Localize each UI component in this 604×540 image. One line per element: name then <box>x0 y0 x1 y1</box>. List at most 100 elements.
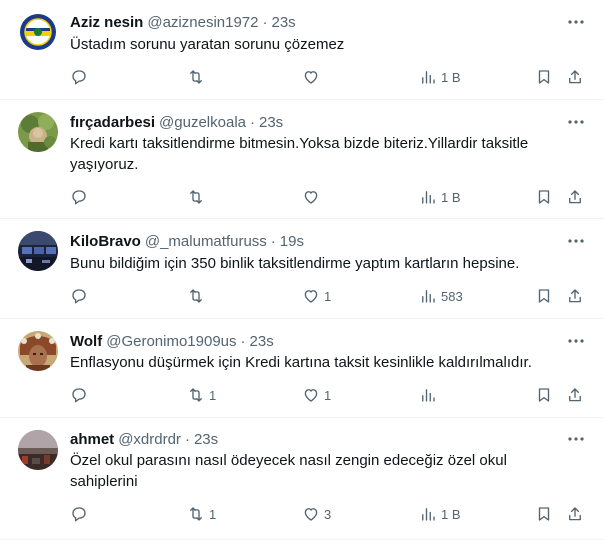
tweet-text: Bunu bildiğim için 350 binlik taksitlend… <box>70 255 520 272</box>
share-icon <box>569 190 581 204</box>
views-icon <box>422 191 435 204</box>
views-icon <box>422 389 435 402</box>
separator-dot: · <box>184 430 190 448</box>
bookmark-button[interactable] <box>535 385 553 405</box>
display-name[interactable]: Wolf <box>70 333 102 350</box>
reply-icon <box>72 289 86 304</box>
user-handle[interactable]: @guzelkoala <box>159 114 246 131</box>
bookmark-button[interactable] <box>535 67 553 87</box>
reply-icon <box>72 70 86 85</box>
avatar[interactable] <box>18 12 58 52</box>
timestamp[interactable]: 19s <box>280 233 304 250</box>
retweet-button[interactable] <box>187 67 209 87</box>
reply-button[interactable] <box>70 504 92 524</box>
reply-icon <box>72 190 86 205</box>
tweet-header: ahmet @xdrdrdr · 23s <box>70 429 564 449</box>
retweet-icon <box>190 289 202 303</box>
views-button[interactable]: 1 B <box>419 187 461 207</box>
like-button[interactable]: 3 <box>302 504 331 524</box>
tweet-header: KiloBravo @_malumatfuruss · 19s <box>70 231 564 251</box>
bookmark-icon <box>538 190 550 204</box>
views-button[interactable]: 1 B <box>419 67 461 87</box>
share-button[interactable] <box>566 67 584 87</box>
separator-dot: · <box>240 332 246 350</box>
tweet-actions: 1 3 1 B <box>70 504 586 524</box>
tweet[interactable]: Wolf @Geronimo1909us · 23s Enflasyonu dü… <box>0 319 604 418</box>
retweet-icon <box>190 190 202 204</box>
views-count: 1 B <box>441 506 461 522</box>
avatar[interactable] <box>18 231 58 271</box>
like-button[interactable]: 1 <box>302 286 331 306</box>
bookmark-icon <box>538 70 550 84</box>
bookmark-button[interactable] <box>535 286 553 306</box>
avatar[interactable] <box>18 430 58 470</box>
share-button[interactable] <box>566 504 584 524</box>
views-button[interactable] <box>419 385 441 405</box>
retweet-icon <box>190 388 202 402</box>
separator-dot: · <box>250 113 255 131</box>
reply-button[interactable] <box>70 187 92 207</box>
user-handle[interactable]: @_malumatfuruss <box>145 233 267 250</box>
like-icon <box>304 191 318 204</box>
timestamp[interactable]: 23s <box>250 333 274 350</box>
like-button[interactable]: 1 <box>302 385 331 405</box>
more-icon[interactable] <box>566 12 586 32</box>
more-icon[interactable] <box>566 429 586 449</box>
tweet-actions: 1 B <box>70 67 586 87</box>
tweet[interactable]: fırçadarbesi @guzelkoala · 23s Kredi kar… <box>0 100 604 219</box>
bookmark-icon <box>538 388 550 402</box>
like-count: 1 <box>324 288 332 304</box>
timestamp[interactable]: 23s <box>259 114 283 131</box>
user-handle[interactable]: @aziznesin1972 <box>147 14 258 31</box>
retweet-icon <box>190 70 202 84</box>
like-button[interactable] <box>302 187 324 207</box>
timestamp[interactable]: 23s <box>272 14 296 31</box>
tweet[interactable]: Aziz nesin @aziznesin1972 · 23s Üstadım … <box>0 0 604 100</box>
reply-button[interactable] <box>70 286 92 306</box>
like-count: 1 <box>324 387 332 403</box>
retweet-button[interactable] <box>187 286 209 306</box>
tweet-text: Enflasyonu düşürmek için Kredi kartına t… <box>70 354 532 371</box>
tweet[interactable]: KiloBravo @_malumatfuruss · 19s Bunu bil… <box>0 219 604 319</box>
bookmark-icon <box>538 289 550 303</box>
share-button[interactable] <box>566 385 584 405</box>
retweet-count: 1 <box>209 506 217 522</box>
retweet-icon <box>190 507 202 521</box>
views-icon <box>422 508 435 521</box>
reply-button[interactable] <box>70 67 92 87</box>
views-button[interactable]: 583 <box>419 286 463 306</box>
avatar[interactable] <box>18 331 58 371</box>
tweet-header: Aziz nesin @aziznesin1972 · 23s <box>70 12 564 32</box>
reply-icon <box>72 388 86 403</box>
views-count: 1 B <box>441 189 461 205</box>
tweet-header: fırçadarbesi @guzelkoala · 23s <box>70 112 564 132</box>
more-icon[interactable] <box>566 331 586 351</box>
user-handle[interactable]: @Geronimo1909us <box>106 333 236 350</box>
tweet-actions: 1 1 <box>70 385 586 405</box>
retweet-button[interactable]: 1 <box>187 504 216 524</box>
retweet-button[interactable] <box>187 187 209 207</box>
bookmark-button[interactable] <box>535 187 553 207</box>
user-handle[interactable]: @xdrdrdr <box>118 431 181 448</box>
display-name[interactable]: Aziz nesin <box>70 14 143 31</box>
reply-button[interactable] <box>70 385 92 405</box>
bookmark-button[interactable] <box>535 504 553 524</box>
display-name[interactable]: KiloBravo <box>70 233 141 250</box>
retweet-button[interactable]: 1 <box>187 385 216 405</box>
bookmark-icon <box>538 507 550 521</box>
timestamp[interactable]: 23s <box>194 431 218 448</box>
display-name[interactable]: fırçadarbesi <box>70 114 155 131</box>
share-button[interactable] <box>566 187 584 207</box>
reply-icon <box>72 507 86 522</box>
display-name[interactable]: ahmet <box>70 431 114 448</box>
tweet-text: Özel okul parasını nasıl ödeyecek nasıl … <box>70 452 507 490</box>
like-icon <box>304 290 318 303</box>
more-icon[interactable] <box>566 112 586 132</box>
views-button[interactable]: 1 B <box>419 504 461 524</box>
share-button[interactable] <box>566 286 584 306</box>
more-icon[interactable] <box>566 231 586 251</box>
like-button[interactable] <box>302 67 324 87</box>
tweet[interactable]: ahmet @xdrdrdr · 23s Özel okul parasını … <box>0 418 604 540</box>
avatar[interactable] <box>18 112 58 152</box>
tweet-actions: 1 583 <box>70 286 586 306</box>
